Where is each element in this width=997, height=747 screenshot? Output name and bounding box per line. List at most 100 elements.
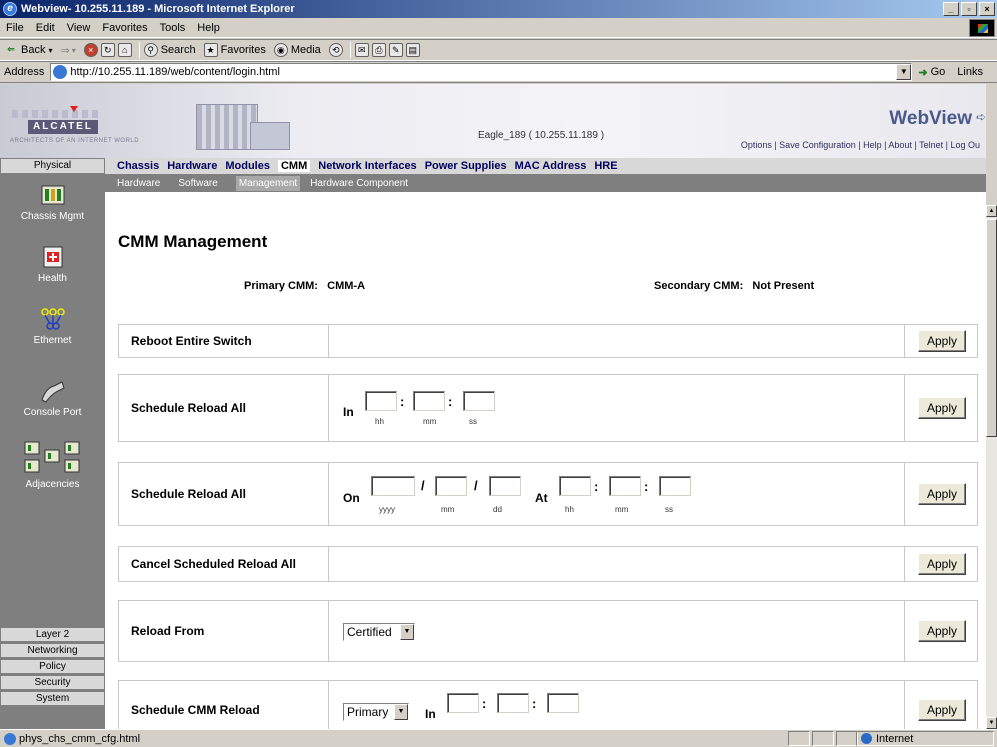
favorites-button[interactable]: ★ Favorites: [203, 43, 266, 57]
reload-from-select[interactable]: Certified ▼: [343, 623, 415, 641]
back-button[interactable]: ⇐ Back ▾: [4, 43, 52, 57]
address-dropdown-icon[interactable]: ▼: [896, 64, 912, 80]
primary-cmm: Primary CMM: CMM-A: [244, 280, 365, 292]
sidebar-system[interactable]: System: [0, 691, 105, 706]
schedule-cmm-reload-action: Apply: [905, 681, 979, 729]
alcatel-logo: ALCATEL: [28, 120, 98, 134]
colon: :: [644, 479, 649, 494]
tab-hardware[interactable]: Hardware: [167, 160, 217, 172]
links-button[interactable]: Links: [957, 66, 983, 78]
tab-cmm[interactable]: CMM: [277, 160, 311, 172]
reload-on-dd-input[interactable]: [489, 476, 521, 496]
reload-from-apply-button[interactable]: Apply: [918, 620, 966, 642]
primary-cmm-label: Primary CMM:: [244, 280, 318, 292]
back-dropdown-icon[interactable]: ▾: [48, 46, 52, 55]
toolbar-separator: [349, 42, 351, 58]
tab-mac-address[interactable]: MAC Address: [515, 160, 587, 172]
go-button[interactable]: ➜ Go: [918, 66, 945, 79]
reload-on-mm-input[interactable]: [435, 476, 467, 496]
tab-hre[interactable]: HRE: [594, 160, 617, 172]
subtab-management[interactable]: Management: [235, 175, 301, 191]
reload-on-yyyy-input[interactable]: [371, 476, 415, 496]
reboot-row: Reboot Entire Switch Apply: [118, 324, 978, 358]
menu-tools[interactable]: Tools: [160, 22, 186, 34]
menu-file[interactable]: File: [6, 22, 24, 34]
sidebar-item-ethernet[interactable]: Ethernet: [0, 306, 105, 346]
page-icon: [53, 65, 68, 79]
reboot-apply-button[interactable]: Apply: [918, 330, 966, 352]
sidebar-item-health[interactable]: Health: [0, 244, 105, 284]
sidebar-item-chassis-mgmt[interactable]: Chassis Mgmt: [0, 182, 105, 222]
close-button[interactable]: ×: [979, 2, 995, 16]
subtab-hardware-component[interactable]: Hardware Component: [310, 178, 408, 189]
reload-at-ss-input[interactable]: [659, 476, 691, 496]
scroll-down-icon[interactable]: ▼: [986, 717, 997, 729]
cmm-select[interactable]: Primary ▼: [343, 703, 409, 721]
cancel-reload-apply-button[interactable]: Apply: [918, 553, 966, 575]
sidebar-policy[interactable]: Policy: [0, 659, 105, 674]
scroll-thumb[interactable]: [986, 219, 997, 437]
maximize-button[interactable]: ▫: [961, 2, 977, 16]
schedule-reload-in-apply-button[interactable]: Apply: [918, 397, 966, 419]
discuss-icon[interactable]: ▤: [405, 43, 420, 57]
zone-label: Internet: [876, 732, 914, 745]
vertical-scrollbar[interactable]: ▲ ▼: [986, 205, 997, 729]
status-text: phys_chs_cmm_cfg.html: [19, 732, 141, 745]
minimize-button[interactable]: _: [943, 2, 959, 16]
stop-icon[interactable]: ×: [83, 43, 98, 57]
home-icon[interactable]: ⌂: [117, 43, 132, 57]
print-icon[interactable]: ⎙: [371, 43, 386, 57]
schedule-reload-in-action: Apply: [905, 375, 979, 441]
cancel-reload-row: Cancel Scheduled Reload All Apply: [118, 546, 978, 582]
tab-chassis[interactable]: Chassis: [117, 160, 159, 172]
sidebar-item-console-port[interactable]: Console Port: [0, 378, 105, 418]
chevron-down-icon: ▼: [400, 624, 414, 640]
subtab-software[interactable]: Software: [178, 178, 217, 189]
reload-in-hh-input[interactable]: [365, 391, 397, 411]
tab-modules[interactable]: Modules: [225, 160, 270, 172]
reload-at-hh-input[interactable]: [559, 476, 591, 496]
top-nav-links[interactable]: Options | Save Configuration | Help | Ab…: [741, 140, 980, 150]
toolbar-separator: [138, 42, 140, 58]
edit-icon[interactable]: ✎: [388, 43, 403, 57]
menu-view[interactable]: View: [67, 22, 91, 34]
cmm-reload-ss-input[interactable]: [547, 693, 579, 713]
refresh-icon[interactable]: ↻: [100, 43, 115, 57]
status-cell: [788, 731, 810, 746]
menu-help[interactable]: Help: [197, 22, 220, 34]
sidebar-security[interactable]: Security: [0, 675, 105, 690]
mail-icon[interactable]: ✉: [354, 43, 369, 57]
schedule-reload-on-apply-button[interactable]: Apply: [918, 483, 966, 505]
reload-in-mm-input[interactable]: [413, 391, 445, 411]
media-button[interactable]: ◉ Media: [273, 43, 321, 57]
brand-arrow-icon: ➪: [975, 110, 986, 124]
schedule-reload-in-params: In : : hh mm ss: [329, 375, 905, 441]
reload-in-ss-input[interactable]: [463, 391, 495, 411]
cancel-reload-params: [329, 547, 905, 581]
sidebar-layer-2[interactable]: Layer 2: [0, 627, 105, 642]
sidebar-networking[interactable]: Networking: [0, 643, 105, 658]
building-graphic-small: [250, 122, 290, 150]
tab-power-supplies[interactable]: Power Supplies: [425, 160, 507, 172]
sidebar-physical[interactable]: Physical: [0, 158, 105, 174]
schedule-cmm-reload-apply-button[interactable]: Apply: [918, 699, 966, 721]
search-button[interactable]: ⚲ Search: [143, 43, 196, 57]
menu-edit[interactable]: Edit: [36, 22, 55, 34]
cmm-reload-mm-input[interactable]: [497, 693, 529, 713]
cmm-reload-hh-input[interactable]: [447, 693, 479, 713]
sidebar-item-adjacencies[interactable]: Adjacencies: [0, 440, 105, 490]
reload-at-mm-input[interactable]: [609, 476, 641, 496]
menu-favorites[interactable]: Favorites: [102, 22, 147, 34]
mm-hint: mm: [441, 505, 455, 514]
forward-button[interactable]: ⇒ ▾: [60, 44, 75, 57]
colon: :: [482, 696, 487, 711]
toolbar: ⇐ Back ▾ ⇒ ▾ × ↻ ⌂ ⚲ Search ★ Favorites …: [0, 39, 997, 61]
address-input[interactable]: http://10.255.11.189/web/content/login.h…: [50, 63, 913, 81]
subtab-hardware[interactable]: Hardware: [117, 178, 160, 189]
history-icon[interactable]: ⟲: [328, 43, 343, 57]
chassis-icon: [38, 182, 68, 208]
scroll-up-icon[interactable]: ▲: [986, 205, 997, 217]
tab-network-interfaces[interactable]: Network Interfaces: [318, 160, 416, 172]
host-info: Eagle_189 ( 10.255.11.189 ): [478, 130, 605, 141]
ie-logo-icon: e: [3, 2, 17, 16]
